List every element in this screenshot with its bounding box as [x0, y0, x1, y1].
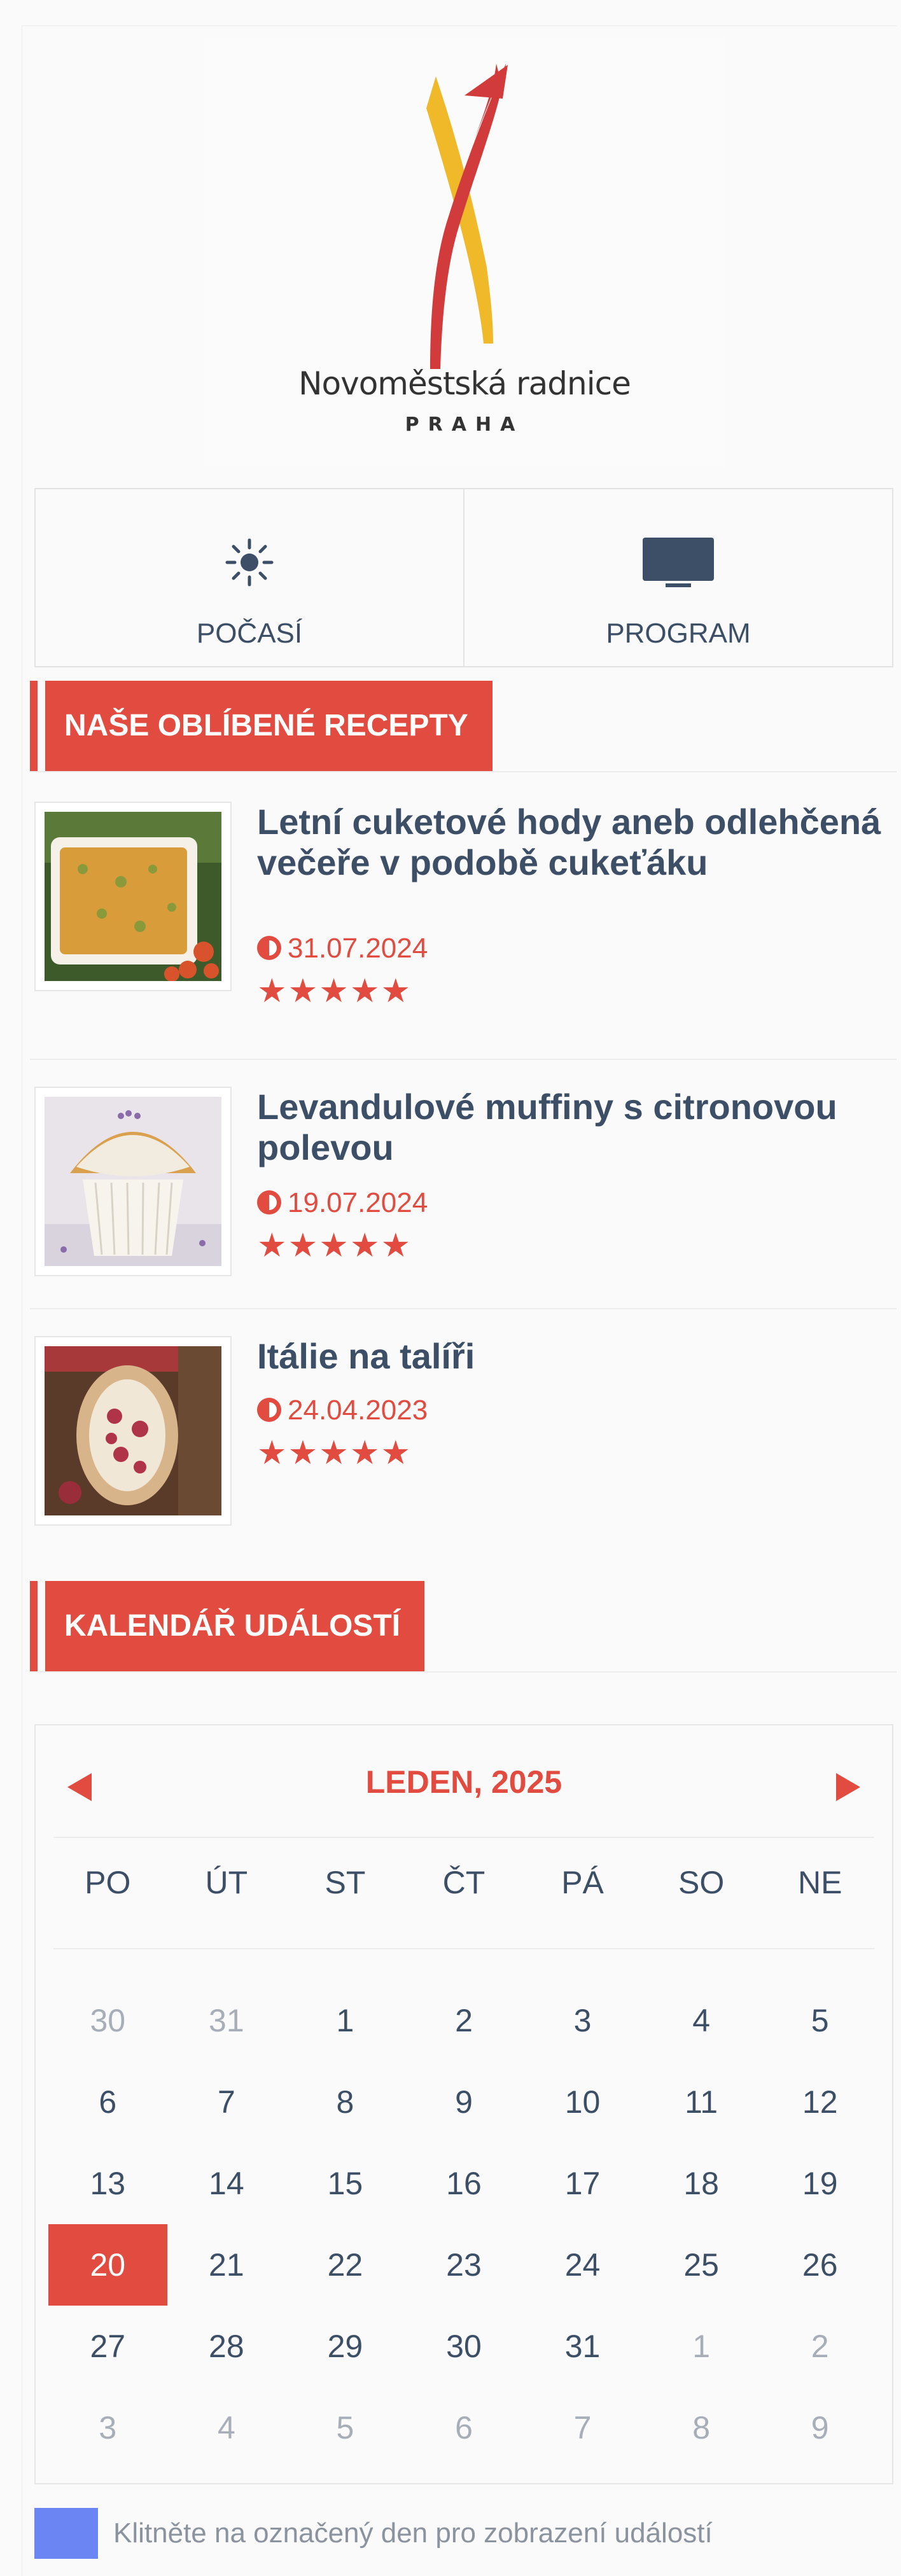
calendar-day[interactable]: 22 [286, 2224, 405, 2306]
recipe-thumbnail[interactable] [34, 1336, 232, 1526]
calendar-day[interactable]: 24 [523, 2224, 642, 2306]
logo[interactable]: Novoměstská radnice PRAHA [204, 38, 725, 466]
calendar-day-today[interactable]: 20 [48, 2224, 167, 2306]
recipe-title[interactable]: Levandulové muffiny s citronovou polevou [257, 1087, 893, 1168]
event-day-swatch [34, 2508, 98, 2559]
calendar-divider [53, 1948, 874, 1949]
calendar-day[interactable]: 31 [523, 2306, 642, 2387]
logo-city: PRAHA [405, 414, 524, 436]
calendar-day[interactable]: 2 [760, 2306, 879, 2387]
calendar-day[interactable]: 23 [405, 2224, 524, 2306]
calendar-day[interactable]: 7 [167, 2061, 286, 2143]
weekday-row: PO ÚT ST ČT PÁ SO NE [48, 1864, 879, 1901]
recipe-title[interactable]: Letní cuketové hody aneb odlehčená večeř… [257, 802, 893, 883]
calendar-title: KALENDÁŘ UDÁLOSTÍ [45, 1581, 424, 1671]
calendar-day[interactable]: 1 [286, 1980, 405, 2061]
calendar-day[interactable]: 3 [523, 1980, 642, 2061]
list-item[interactable]: Levandulové muffiny s citronovou polevou… [34, 1087, 887, 1278]
weekday-label: ČT [442, 1865, 485, 1900]
calendar-day[interactable]: 8 [286, 2061, 405, 2143]
weather-label: POČASÍ [196, 618, 303, 649]
calendar-day[interactable]: 5 [286, 2387, 405, 2468]
list-divider [30, 1059, 897, 1060]
section-divider [30, 771, 897, 772]
clock-icon [257, 1190, 281, 1215]
recipe-date-text: 24.04.2023 [288, 1395, 428, 1426]
recipe-date-text: 19.07.2024 [288, 1187, 428, 1218]
calendar-month-label: LEDEN, 2025 [365, 1764, 562, 1800]
calendar-day[interactable]: 25 [642, 2224, 761, 2306]
weekday-label: NE [797, 1865, 842, 1900]
recipes-title: NAŠE OBLÍBENÉ RECEPTY [45, 681, 492, 771]
header-accent-bar [30, 681, 38, 771]
calendar-day[interactable]: 29 [286, 2306, 405, 2387]
calendar-day[interactable]: 4 [642, 1980, 761, 2061]
calendar-days: 30 31 1 2 3 4 5 6 7 8 9 10 11 12 13 14 15 16 17 18 19 20 21 22 2… [48, 1980, 879, 2468]
recipe-date: 31.07.2024 [257, 933, 428, 964]
calendar-day[interactable]: 16 [405, 2143, 524, 2224]
weekday-label: ÚT [205, 1865, 248, 1900]
list-item[interactable]: Letní cuketové hody aneb odlehčená večeř… [34, 802, 887, 1010]
recipe-date-text: 31.07.2024 [288, 933, 428, 964]
logo-name: Novoměstská radnice [298, 365, 631, 402]
calendar-day[interactable]: 18 [642, 2143, 761, 2224]
weekday-label: PO [85, 1865, 131, 1900]
calendar-day[interactable]: 21 [167, 2224, 286, 2306]
calendar-day[interactable]: 27 [48, 2306, 167, 2387]
calendar-day[interactable]: 15 [286, 2143, 405, 2224]
header-accent-bar [30, 1581, 38, 1671]
page: Novoměstská radnice PRAHA POČASÍ PROGRAM… [0, 0, 901, 2576]
section-divider [30, 1671, 897, 1673]
calendar-day[interactable]: 30 [405, 2306, 524, 2387]
calendar-day[interactable]: 1 [642, 2306, 761, 2387]
recipe-date: 19.07.2024 [257, 1187, 428, 1219]
program-label: PROGRAM [606, 618, 751, 649]
calendar-day[interactable]: 4 [167, 2387, 286, 2468]
tv-icon [640, 534, 716, 594]
calendar-divider [53, 1837, 874, 1838]
calendar-legend: Klitněte na označený den pro zobrazení u… [34, 2508, 713, 2559]
weather-link[interactable]: POČASÍ [36, 489, 463, 666]
calendar-day[interactable]: 17 [523, 2143, 642, 2224]
program-link[interactable]: PROGRAM [463, 489, 892, 666]
quick-links: POČASÍ PROGRAM [34, 488, 893, 667]
calendar-day[interactable]: 9 [405, 2061, 524, 2143]
recipe-title[interactable]: Itálie na talíři [257, 1336, 893, 1377]
list-item[interactable]: Itálie na talíři 24.04.2023 ★★★★★ [34, 1336, 887, 1527]
calendar-day[interactable]: 6 [405, 2387, 524, 2468]
calendar-day[interactable]: 30 [48, 1980, 167, 2061]
legend-text: Klitněte na označený den pro zobrazení u… [113, 2517, 713, 2549]
recipe-thumbnail[interactable] [34, 1087, 232, 1276]
rating-stars: ★★★★★ [257, 1435, 412, 1472]
calendar-day[interactable]: 31 [167, 1980, 286, 2061]
calendar-day[interactable]: 12 [760, 2061, 879, 2143]
calendar-day[interactable]: 28 [167, 2306, 286, 2387]
calendar-day[interactable]: 8 [642, 2387, 761, 2468]
calendar-day[interactable]: 11 [642, 2061, 761, 2143]
calendar-day[interactable]: 14 [167, 2143, 286, 2224]
weekday-label: PÁ [561, 1865, 604, 1900]
rating-stars: ★★★★★ [257, 1227, 412, 1264]
next-month-button[interactable] [836, 1773, 860, 1801]
event-calendar: LEDEN, 2025 PO ÚT ST ČT PÁ SO NE 30 31 1 2 3 4 5 6 7 8 9… [34, 1724, 893, 2484]
calendar-day[interactable]: 7 [523, 2387, 642, 2468]
rating-stars: ★★★★★ [257, 973, 412, 1010]
calendar-day[interactable]: 19 [760, 2143, 879, 2224]
recipe-thumbnail[interactable] [34, 802, 232, 991]
calendar-day[interactable]: 5 [760, 1980, 879, 2061]
calendar-day[interactable]: 26 [760, 2224, 879, 2306]
calendar-day[interactable]: 9 [760, 2387, 879, 2468]
sun-icon [221, 534, 278, 594]
calendar-day[interactable]: 2 [405, 1980, 524, 2061]
calendar-day[interactable]: 13 [48, 2143, 167, 2224]
list-divider [30, 1308, 897, 1309]
calendar-day[interactable]: 6 [48, 2061, 167, 2143]
calendar-day[interactable]: 3 [48, 2387, 167, 2468]
weekday-label: ST [325, 1865, 366, 1900]
clock-icon [257, 936, 281, 960]
calendar-day[interactable]: 10 [523, 2061, 642, 2143]
clock-icon [257, 1398, 281, 1422]
weekday-label: SO [678, 1865, 725, 1900]
recipe-date: 24.04.2023 [257, 1395, 428, 1426]
